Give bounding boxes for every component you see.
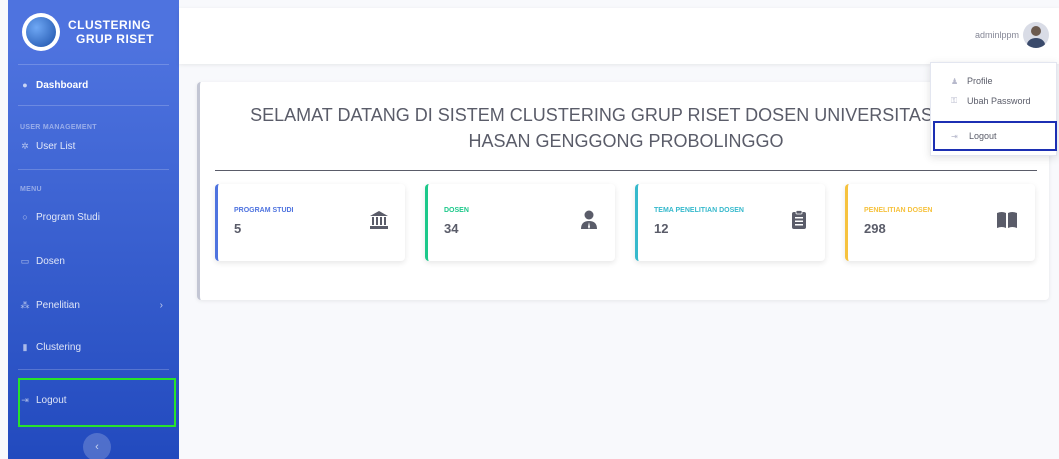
sidebar-item-label: User List [36,140,76,152]
key-icon: ⚿ [951,96,958,105]
circle-icon: ○ [22,212,28,222]
welcome-card: SELAMAT DATANG DI SISTEM CLUSTERING GRUP… [197,82,1049,300]
dropdown-item-ubah-password[interactable]: ⚿ Ubah Password [931,91,1056,111]
cog-icon: ✲ [21,141,29,151]
stat-label: PENELITIAN DOSEN [864,207,933,214]
stat-card-program-studi: PROGRAM STUDI 5 [215,184,405,261]
sidebar-item-program-studi[interactable]: ○ Program Studi [8,197,179,237]
sidebar-item-label: Program Studi [36,211,100,223]
sidebar-item-dashboard[interactable]: ● Dashboard [8,65,179,105]
sign-out-icon: ⇥ [951,131,958,141]
sidebar-item-label: Dosen [36,255,65,267]
sidebar-item-clustering[interactable]: ▮ Clustering [8,327,179,367]
book-open-icon [997,212,1017,228]
user-name[interactable]: adminlppm [975,30,1019,40]
sidebar-item-label: Dashboard [36,79,89,91]
dropdown-item-label: Profile [967,76,993,86]
chart-bar-icon: ▮ [22,342,28,352]
sidebar-item-label: Penelitian [36,299,80,311]
dropdown-item-label: Ubah Password [967,96,1031,106]
stat-label: DOSEN [444,207,469,214]
highlight-box [18,378,176,427]
chat-icon: ▭ [20,256,30,266]
divider [215,170,1037,171]
sidebar-heading-menu: MENU [20,186,42,193]
stat-card-dosen: DOSEN 34 [425,184,615,261]
page-title: SELAMAT DATANG DI SISTEM CLUSTERING GRUP… [200,102,1052,154]
stat-card-tema-penelitian: TEMA PENELITIAN DOSEN 12 [635,184,825,261]
sidebar-item-user-list[interactable]: ✲ User List [8,131,179,161]
university-icon [370,211,388,229]
sidebar: CLUSTERING GRUP RISET ● Dashboard USER M… [8,0,179,459]
sidebar-item-label: Clustering [36,341,82,353]
welcome-line-2: HASAN GENGGONG PROBOLINGGO [468,131,784,151]
sidebar-toggle-button[interactable]: ‹ [83,433,111,459]
sidebar-heading-user-management: USER MANAGEMENT [20,124,97,131]
welcome-line-1: SELAMAT DATANG DI SISTEM CLUSTERING GRUP… [250,105,1002,125]
user-tie-icon [581,210,597,229]
stat-label: PROGRAM STUDI [234,207,294,214]
user-icon: ♟ [951,76,959,86]
divider [18,369,169,370]
avatar[interactable] [1023,22,1049,48]
sidebar-item-penelitian[interactable]: ⁂ Penelitian › [8,285,179,325]
topbar: adminlppm [179,8,1059,64]
stat-label: TEMA PENELITIAN DOSEN [654,207,744,214]
sitemap-icon: ⁂ [20,300,30,310]
logo-icon [22,13,60,51]
chevron-right-icon: › [159,299,163,311]
stat-card-penelitian-dosen: PENELITIAN DOSEN 298 [845,184,1035,261]
sidebar-item-dosen[interactable]: ▭ Dosen [8,241,179,281]
user-dropdown-menu: ♟ Profile ⚿ Ubah Password ⇥ Logout [930,62,1057,156]
stat-value: 298 [864,221,886,236]
stat-value: 5 [234,221,242,236]
clipboard-list-icon [792,210,806,229]
dropdown-item-logout[interactable]: ⇥ Logout [933,121,1057,151]
dropdown-item-profile[interactable]: ♟ Profile [931,71,1056,91]
tachometer-icon: ● [22,80,28,90]
brand[interactable]: CLUSTERING GRUP RISET [8,0,179,64]
stat-value: 12 [654,221,669,236]
brand-line-1: CLUSTERING [68,18,151,32]
dropdown-item-label: Logout [969,131,997,141]
brand-line-2: GRUP RISET [76,32,155,46]
stat-value: 34 [444,221,459,236]
